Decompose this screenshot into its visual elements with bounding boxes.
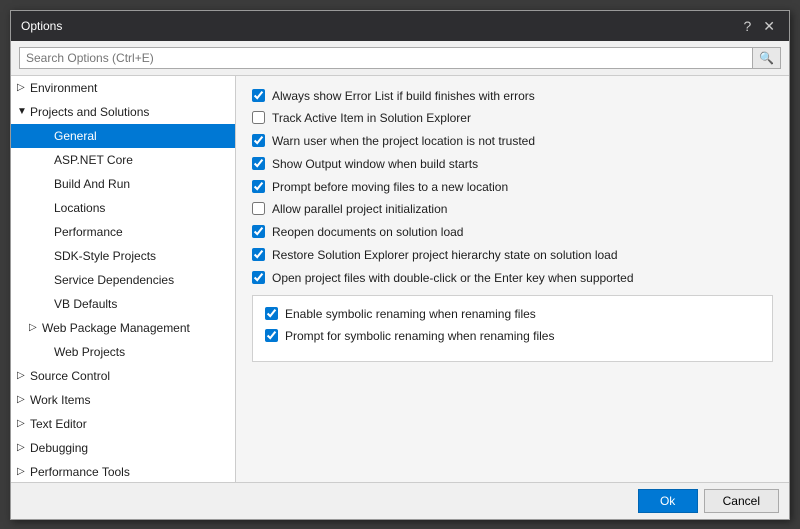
sidebar-label-locations: Locations: [54, 199, 105, 217]
dialog-title: Options: [21, 19, 62, 33]
sidebar-item-performance[interactable]: Performance: [11, 220, 235, 244]
sidebar-item-aspnet-core[interactable]: ASP.NET Core: [11, 148, 235, 172]
tree-arrow-debugging: ▷: [17, 440, 27, 455]
sidebar-item-build-and-run[interactable]: Build And Run: [11, 172, 235, 196]
checkbox-reopen-documents[interactable]: [252, 225, 265, 238]
sidebar-item-sdk-style-projects[interactable]: SDK-Style Projects: [11, 244, 235, 268]
option-label-track-active-item: Track Active Item in Solution Explorer: [272, 110, 471, 127]
checkbox-warn-untrusted[interactable]: [252, 134, 265, 147]
title-bar: Options ? ✕: [11, 11, 789, 41]
title-controls: ? ✕: [739, 19, 779, 33]
option-row-prompt-moving-files: Prompt before moving files to a new loca…: [252, 179, 773, 196]
option-row-open-project-files: Open project files with double-click or …: [252, 270, 773, 287]
dialog-footer: Ok Cancel: [11, 482, 789, 519]
sidebar-item-performance-tools[interactable]: ▷Performance Tools: [11, 460, 235, 482]
sidebar-label-service-dependencies: Service Dependencies: [54, 271, 174, 289]
sidebar-label-sdk-style-projects: SDK-Style Projects: [54, 247, 156, 265]
checkbox-restore-solution-explorer[interactable]: [252, 248, 265, 261]
checkbox-prompt-moving-files[interactable]: [252, 180, 265, 193]
tree-arrow-source-control: ▷: [17, 368, 27, 383]
sidebar-label-web-projects: Web Projects: [54, 343, 125, 361]
main-panel: Always show Error List if build finishes…: [236, 76, 789, 482]
sidebar-label-projects-and-solutions: Projects and Solutions: [30, 103, 149, 121]
checkbox-allow-parallel[interactable]: [252, 202, 265, 215]
sidebar-label-web-package-management: Web Package Management: [42, 319, 190, 337]
sidebar-item-vb-defaults[interactable]: VB Defaults: [11, 292, 235, 316]
sidebar-label-vb-defaults: VB Defaults: [54, 295, 117, 313]
close-button[interactable]: ✕: [759, 19, 779, 33]
search-input[interactable]: [19, 47, 753, 69]
checkbox-track-active-item[interactable]: [252, 111, 265, 124]
search-bar: 🔍: [11, 41, 789, 76]
option-row-allow-parallel: Allow parallel project initialization: [252, 201, 773, 218]
tree-arrow-projects-and-solutions: ▼: [17, 104, 27, 119]
option-row-enable-symbolic-renaming: Enable symbolic renaming when renaming f…: [265, 306, 760, 323]
search-button[interactable]: 🔍: [753, 47, 781, 69]
sidebar-item-work-items[interactable]: ▷Work Items: [11, 388, 235, 412]
sidebar-label-build-and-run: Build And Run: [54, 175, 130, 193]
sidebar: ▷Environment▼Projects and SolutionsGener…: [11, 76, 236, 482]
option-label-enable-symbolic-renaming: Enable symbolic renaming when renaming f…: [285, 306, 536, 323]
option-row-track-active-item: Track Active Item in Solution Explorer: [252, 110, 773, 127]
option-label-open-project-files: Open project files with double-click or …: [272, 270, 634, 287]
sidebar-label-performance-tools: Performance Tools: [30, 463, 130, 481]
sidebar-item-service-dependencies[interactable]: Service Dependencies: [11, 268, 235, 292]
option-row-warn-untrusted: Warn user when the project location is n…: [252, 133, 773, 150]
sidebar-label-source-control: Source Control: [30, 367, 110, 385]
option-row-restore-solution-explorer: Restore Solution Explorer project hierar…: [252, 247, 773, 264]
sidebar-item-web-package-management[interactable]: ▷Web Package Management: [11, 316, 235, 340]
tree-arrow-work-items: ▷: [17, 392, 27, 407]
option-label-always-show-error-list: Always show Error List if build finishes…: [272, 88, 535, 105]
sidebar-label-work-items: Work Items: [30, 391, 90, 409]
checkbox-prompt-symbolic-renaming[interactable]: [265, 329, 278, 342]
sidebar-item-general[interactable]: General: [11, 124, 235, 148]
sidebar-item-source-control[interactable]: ▷Source Control: [11, 364, 235, 388]
checkbox-enable-symbolic-renaming[interactable]: [265, 307, 278, 320]
tree-arrow-web-package-management: ▷: [29, 320, 39, 335]
tree-arrow-environment: ▷: [17, 80, 27, 95]
sidebar-label-environment: Environment: [30, 79, 97, 97]
symbolic-section: Enable symbolic renaming when renaming f…: [252, 295, 773, 363]
help-button[interactable]: ?: [739, 19, 755, 33]
sidebar-item-projects-and-solutions[interactable]: ▼Projects and Solutions: [11, 100, 235, 124]
sidebar-label-text-editor: Text Editor: [30, 415, 87, 433]
sidebar-item-text-editor[interactable]: ▷Text Editor: [11, 412, 235, 436]
sidebar-label-performance: Performance: [54, 223, 123, 241]
checkbox-always-show-error-list[interactable]: [252, 89, 265, 102]
option-label-reopen-documents: Reopen documents on solution load: [272, 224, 463, 241]
option-label-show-output-window: Show Output window when build starts: [272, 156, 478, 173]
sidebar-item-debugging[interactable]: ▷Debugging: [11, 436, 235, 460]
sidebar-label-aspnet-core: ASP.NET Core: [54, 151, 133, 169]
option-label-prompt-moving-files: Prompt before moving files to a new loca…: [272, 179, 508, 196]
tree-arrow-text-editor: ▷: [17, 416, 27, 431]
option-label-restore-solution-explorer: Restore Solution Explorer project hierar…: [272, 247, 618, 264]
cancel-button[interactable]: Cancel: [704, 489, 779, 513]
sidebar-label-general: General: [54, 127, 97, 145]
sidebar-item-locations[interactable]: Locations: [11, 196, 235, 220]
tree-arrow-performance-tools: ▷: [17, 464, 27, 479]
ok-button[interactable]: Ok: [638, 489, 698, 513]
options-dialog: Options ? ✕ 🔍 ▷Environment▼Projects and …: [10, 10, 790, 520]
checkbox-show-output-window[interactable]: [252, 157, 265, 170]
option-row-show-output-window: Show Output window when build starts: [252, 156, 773, 173]
option-label-warn-untrusted: Warn user when the project location is n…: [272, 133, 535, 150]
option-row-always-show-error-list: Always show Error List if build finishes…: [252, 88, 773, 105]
option-label-prompt-symbolic-renaming: Prompt for symbolic renaming when renami…: [285, 328, 554, 345]
dialog-body: 🔍 ▷Environment▼Projects and SolutionsGen…: [11, 41, 789, 482]
option-row-prompt-symbolic-renaming: Prompt for symbolic renaming when renami…: [265, 328, 760, 345]
sidebar-item-web-projects[interactable]: Web Projects: [11, 340, 235, 364]
option-label-allow-parallel: Allow parallel project initialization: [272, 201, 447, 218]
content-area: ▷Environment▼Projects and SolutionsGener…: [11, 76, 789, 482]
sidebar-label-debugging: Debugging: [30, 439, 88, 457]
option-row-reopen-documents: Reopen documents on solution load: [252, 224, 773, 241]
checkbox-open-project-files[interactable]: [252, 271, 265, 284]
sidebar-item-environment[interactable]: ▷Environment: [11, 76, 235, 100]
